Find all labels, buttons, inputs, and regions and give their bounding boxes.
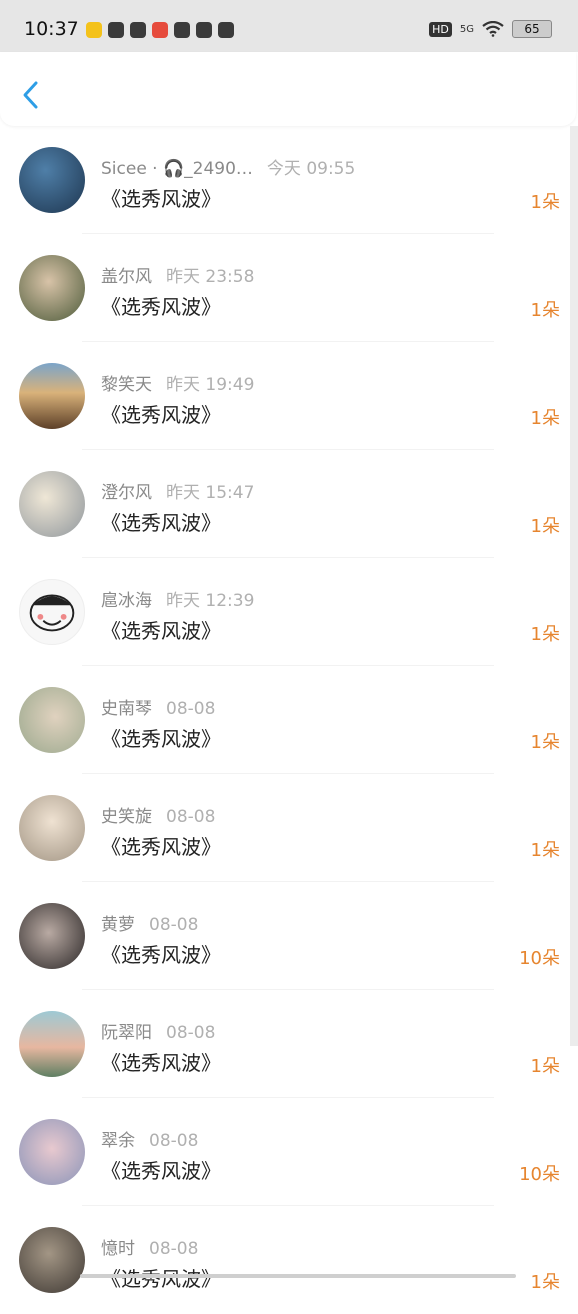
flower-count: 1朵	[530, 732, 560, 753]
timestamp: 08-08	[166, 1023, 216, 1043]
item-title: 《选秀风波》	[101, 943, 221, 967]
timestamp: 08-08	[166, 807, 216, 827]
gift-record-list: Sicee · 🎧_2490… 今天 09:55 《选秀风波》 1朵 盖尔风 昨天 …	[0, 126, 578, 1314]
item-meta: Sicee · 🎧_2490… 今天 09:55	[101, 154, 355, 179]
item-title: 《选秀风波》	[101, 1159, 221, 1183]
scrollbar[interactable]	[570, 126, 578, 1046]
timestamp: 08-08	[149, 1131, 199, 1151]
item-title: 《选秀风波》	[101, 403, 221, 427]
list-item[interactable]: 扈冰海 昨天 12:39 《选秀风波》 1朵	[0, 558, 578, 666]
item-meta: 史南琴 08-08	[101, 694, 215, 719]
list-item[interactable]: 澄尔风 昨天 15:47 《选秀风波》 1朵	[0, 450, 578, 558]
app-notification-icon	[196, 22, 212, 38]
timestamp: 昨天 12:39	[166, 591, 255, 611]
item-title: 《选秀风波》	[101, 1051, 221, 1075]
status-time: 10:37	[24, 18, 79, 40]
flower-count: 1朵	[530, 1056, 560, 1077]
status-indicators: HD 5G 65	[429, 20, 552, 38]
calendar-icon	[218, 22, 234, 38]
flower-count: 1朵	[530, 516, 560, 537]
item-meta: 黎笑天 昨天 19:49	[101, 370, 254, 395]
timestamp: 昨天 15:47	[166, 483, 255, 503]
app-notification-icon	[86, 22, 102, 38]
item-meta: 扈冰海 昨天 12:39	[101, 586, 254, 611]
item-meta: 黄萝 08-08	[101, 910, 198, 935]
avatar	[19, 147, 85, 213]
item-title: 《选秀风波》	[101, 295, 221, 319]
cartoon-face-icon	[29, 594, 75, 632]
avatar	[19, 687, 85, 753]
item-meta: 史笑旋 08-08	[101, 802, 215, 827]
user-name: 翠余	[101, 1131, 135, 1151]
flower-count: 1朵	[530, 624, 560, 645]
timestamp: 昨天 19:49	[166, 375, 255, 395]
timestamp: 08-08	[166, 699, 216, 719]
flower-count: 1朵	[530, 1272, 560, 1293]
list-item[interactable]: 阮翠阳 08-08 《选秀风波》 1朵	[0, 990, 578, 1098]
hd-badge: HD	[429, 21, 452, 37]
list-item[interactable]: 憶时 08-08 《选秀风波》 1朵	[0, 1206, 578, 1314]
app-notification-icon	[152, 22, 168, 38]
item-meta: 阮翠阳 08-08	[101, 1018, 215, 1043]
network-signal: 5G	[459, 23, 474, 35]
avatar	[19, 795, 85, 861]
user-name: 史南琴	[101, 699, 152, 719]
avatar	[19, 363, 85, 429]
avatar	[19, 579, 85, 645]
avatar	[19, 1227, 85, 1293]
flower-count: 1朵	[530, 840, 560, 861]
flower-count: 1朵	[530, 192, 560, 213]
list-item[interactable]: 盖尔风 昨天 23:58 《选秀风波》 1朵	[0, 234, 578, 342]
item-title: 《选秀风波》	[101, 619, 221, 643]
user-name: 黎笑天	[101, 375, 152, 395]
battery-icon: 65	[512, 20, 552, 38]
flower-count: 10朵	[519, 1164, 560, 1185]
user-name: Sicee · 🎧_2490…	[101, 159, 253, 179]
timestamp: 今天 09:55	[266, 159, 356, 179]
user-name: 澄尔风	[101, 483, 152, 503]
list-item[interactable]: 黎笑天 昨天 19:49 《选秀风波》 1朵	[0, 342, 578, 450]
flower-count: 10朵	[519, 948, 560, 969]
list-item[interactable]: 黄萝 08-08 《选秀风波》 10朵	[0, 882, 578, 990]
avatar	[19, 1119, 85, 1185]
list-item[interactable]: Sicee · 🎧_2490… 今天 09:55 《选秀风波》 1朵	[0, 126, 578, 234]
app-notification-icon	[130, 22, 146, 38]
avatar	[19, 903, 85, 969]
status-bar: 10:37 HD 5G 65	[0, 0, 578, 52]
status-app-icons	[86, 22, 234, 38]
timestamp: 08-08	[149, 1239, 199, 1259]
list-item[interactable]: 史南琴 08-08 《选秀风波》 1朵	[0, 666, 578, 774]
user-name: 憶时	[101, 1239, 135, 1259]
avatar	[19, 471, 85, 537]
timestamp: 昨天 23:58	[166, 267, 255, 287]
item-title: 《选秀风波》	[101, 511, 221, 535]
item-meta: 盖尔风 昨天 23:58	[101, 262, 254, 287]
flower-count: 1朵	[530, 408, 560, 429]
flower-count: 1朵	[530, 300, 560, 321]
timestamp: 08-08	[149, 915, 199, 935]
item-title: 《选秀风波》	[101, 727, 221, 751]
list-item[interactable]: 翠余 08-08 《选秀风波》 10朵	[0, 1098, 578, 1206]
user-name: 盖尔风	[101, 267, 152, 287]
list-item[interactable]: 史笑旋 08-08 《选秀风波》 1朵	[0, 774, 578, 882]
user-name: 史笑旋	[101, 807, 152, 827]
user-name: 黄萝	[101, 915, 135, 935]
item-meta: 澄尔风 昨天 15:47	[101, 478, 254, 503]
wechat-icon	[108, 22, 124, 38]
item-meta: 憶时 08-08	[101, 1234, 198, 1259]
item-title: 《选秀风波》	[101, 835, 221, 859]
wifi-icon	[482, 21, 504, 37]
home-indicator[interactable]	[80, 1274, 516, 1278]
avatar	[19, 1011, 85, 1077]
user-name: 阮翠阳	[101, 1023, 152, 1043]
item-meta: 翠余 08-08	[101, 1126, 198, 1151]
top-nav	[0, 52, 576, 126]
item-title: 《选秀风波》	[101, 187, 221, 211]
user-name: 扈冰海	[101, 591, 152, 611]
app-notification-icon	[174, 22, 190, 38]
avatar	[19, 255, 85, 321]
battery-level: 65	[524, 22, 540, 36]
chevron-left-icon[interactable]	[20, 80, 42, 110]
